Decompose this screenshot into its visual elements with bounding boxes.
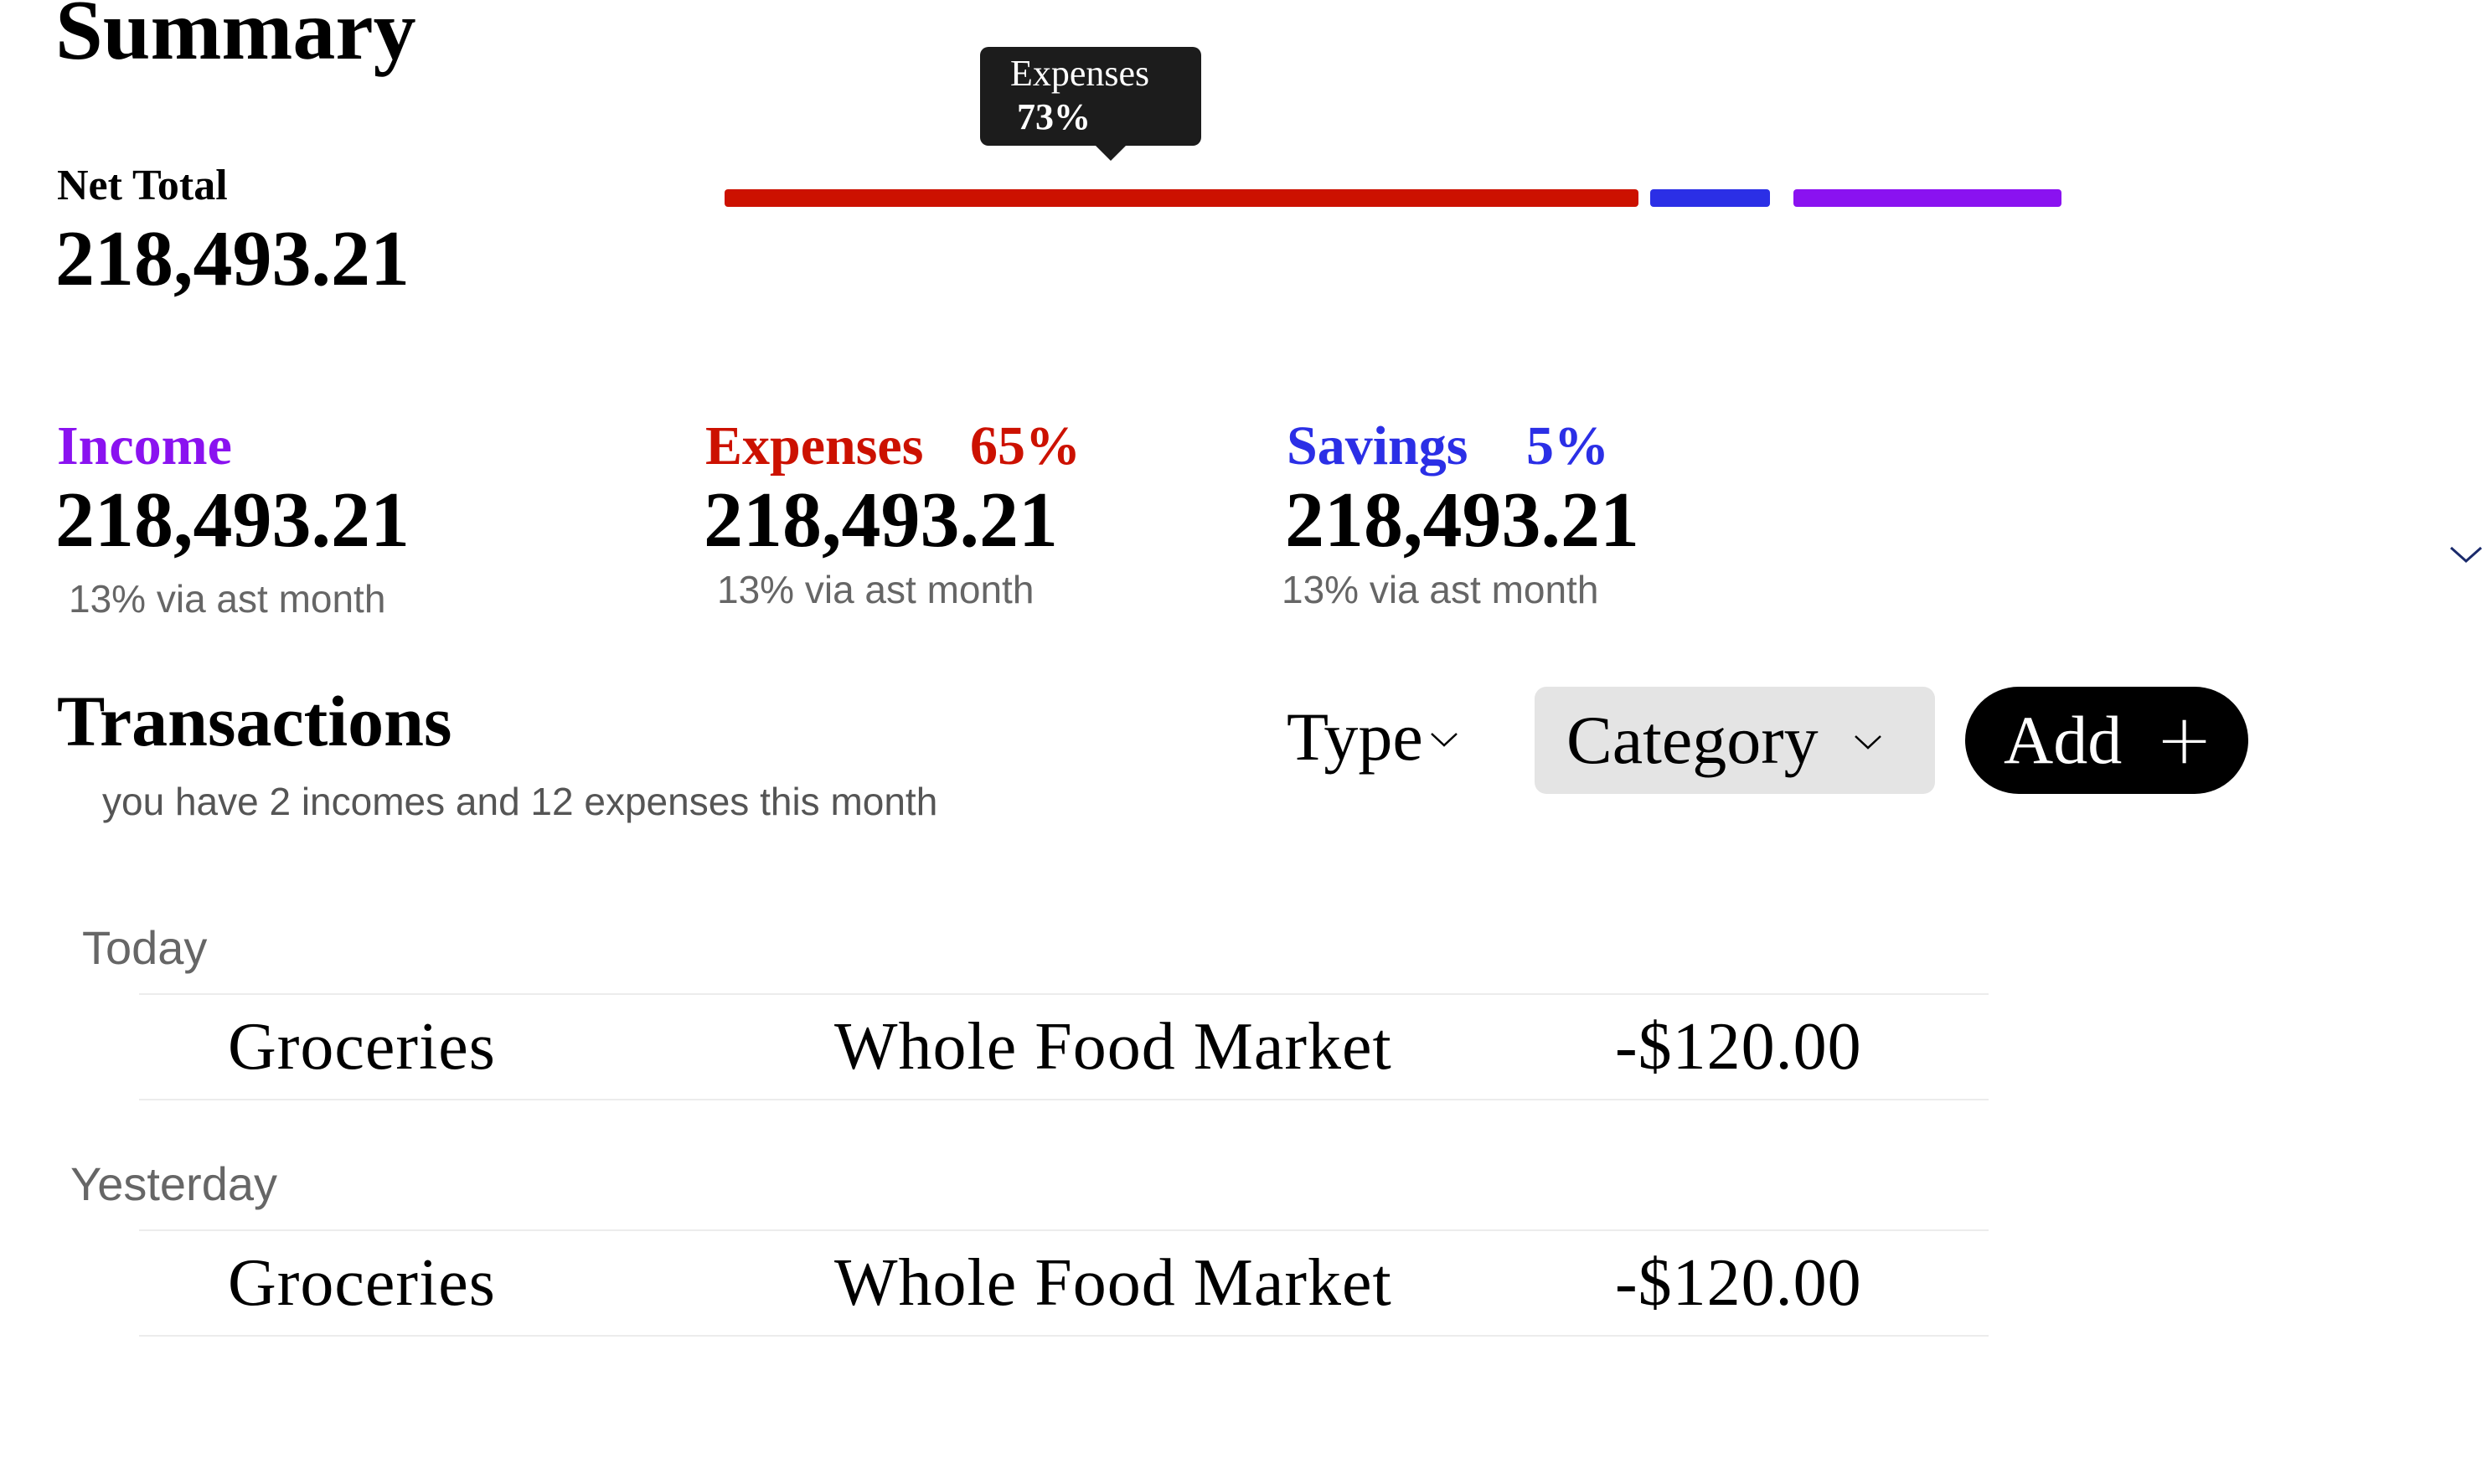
expenses-change-note: 13% via ast month <box>717 568 1035 611</box>
transaction-category: Groceries <box>228 1246 496 1320</box>
expenses-label: Expenses <box>705 415 924 477</box>
transaction-merchant: Whole Food Market <box>834 1010 1392 1084</box>
income-segment[interactable] <box>1793 189 2061 207</box>
expenses-value: 218,493.21 <box>704 477 1058 564</box>
savings-change-note: 13% via ast month <box>1282 568 1599 611</box>
transaction-amount: -$120.00 <box>1615 1010 1862 1084</box>
transaction-category: Groceries <box>228 1010 496 1084</box>
expenses-percent: 65% <box>970 415 1081 477</box>
net-total-label: Net Total <box>57 162 228 209</box>
transaction-merchant: Whole Food Market <box>834 1246 1392 1320</box>
transactions-subtitle: you have 2 incomes and 12 expenses this … <box>102 780 938 823</box>
net-total-value: 218,493.21 <box>55 215 410 302</box>
chevron-down-icon <box>1430 733 1458 747</box>
tooltip-value: 73% <box>1017 96 1091 137</box>
transaction-row[interactable]: Groceries Whole Food Market -$120.00 <box>139 1229 1989 1337</box>
group-label-yesterday: Yesterday <box>70 1157 277 1210</box>
savings-label: Savings <box>1287 415 1468 477</box>
category-filter-dropdown[interactable]: Category <box>1535 687 1935 794</box>
group-label-today: Today <box>82 921 208 974</box>
chevron-down-icon[interactable] <box>2448 536 2484 573</box>
add-button-label: Add <box>2004 702 2123 778</box>
type-filter-label: Type <box>1287 698 1423 775</box>
type-filter-dropdown[interactable]: Type <box>1287 698 1460 775</box>
savings-value: 218,493.21 <box>1285 477 1639 564</box>
category-filter-label: Category <box>1566 702 1819 778</box>
income-change-note: 13% via ast month <box>69 577 386 621</box>
breakdown-tooltip: Expenses 73% <box>980 47 1201 161</box>
tooltip-label: Expenses <box>1010 53 1150 94</box>
plus-icon: + <box>2155 700 2213 780</box>
savings-percent: 5% <box>1526 415 1609 477</box>
expenses-segment[interactable] <box>725 189 1638 207</box>
transactions-title: Transactions <box>57 681 452 761</box>
add-transaction-button[interactable]: Add + <box>1965 687 2248 794</box>
chevron-down-icon <box>1854 735 1881 750</box>
income-value: 218,493.21 <box>55 477 410 564</box>
income-label: Income <box>57 415 232 477</box>
transaction-row[interactable]: Groceries Whole Food Market -$120.00 <box>139 993 1989 1100</box>
savings-segment[interactable] <box>1650 189 1770 207</box>
page-title: Summary <box>55 0 416 78</box>
transaction-amount: -$120.00 <box>1615 1246 1862 1320</box>
